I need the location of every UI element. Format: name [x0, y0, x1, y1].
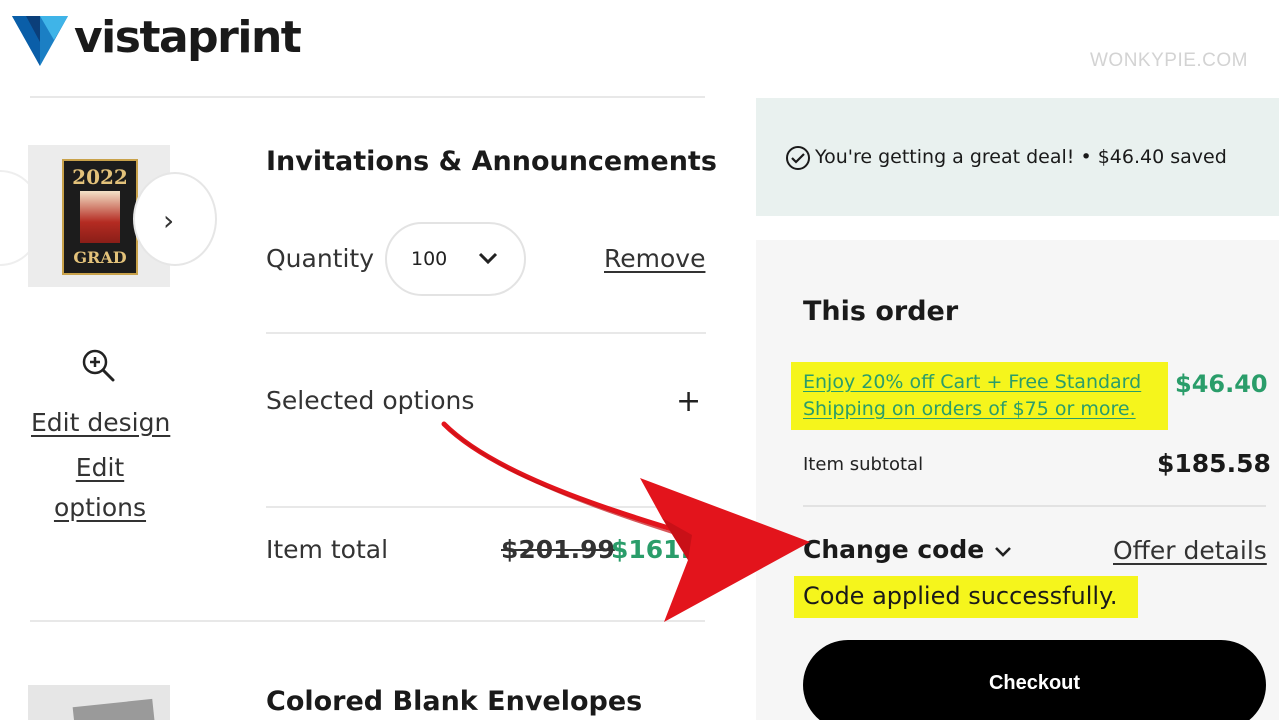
subtotal-amount: $185.58	[1157, 449, 1271, 478]
carousel-next-button[interactable]	[133, 172, 217, 266]
red-arrow-annotation	[441, 421, 810, 622]
edit-design-link[interactable]: Edit design	[31, 408, 170, 437]
invitation-card-image: 2022 GRAD	[62, 159, 138, 275]
envelope-thumbnail[interactable]	[28, 685, 170, 720]
item-total-label: Item total	[266, 535, 389, 564]
product-title: Invitations & Announcements	[266, 146, 717, 177]
order-title: This order	[803, 296, 959, 327]
code-status-message: Code applied successfully.	[803, 582, 1118, 610]
change-code-label: Change code	[803, 535, 985, 564]
subtotal-label: Item subtotal	[803, 454, 924, 475]
card-photo	[80, 191, 120, 243]
chevron-down-icon	[478, 252, 498, 265]
check-circle-icon	[786, 146, 810, 170]
divider	[803, 505, 1266, 507]
promo-amount: $46.40	[1175, 370, 1268, 398]
checkout-button[interactable]: Checkout	[803, 640, 1266, 720]
promo-link[interactable]: Enjoy 20% off Cart + Free Standard Shipp…	[803, 369, 1168, 423]
card-year: 2022	[72, 165, 128, 189]
deal-text: You're getting a great deal! • $46.40 sa…	[815, 146, 1227, 168]
remove-link[interactable]: Remove	[604, 244, 705, 273]
watermark: WONKYPIE.COM	[1090, 50, 1249, 71]
chevron-down-icon	[995, 546, 1012, 557]
change-code-button[interactable]: Change code	[803, 535, 1012, 564]
zoom-in-icon[interactable]	[80, 347, 116, 383]
divider	[266, 332, 706, 334]
quantity-select[interactable]: 100	[385, 222, 526, 296]
envelope-image	[72, 698, 156, 720]
chevron-right-icon: ›	[163, 204, 175, 237]
vistaprint-logo-icon	[12, 16, 68, 66]
top-divider	[30, 96, 705, 98]
brand-name: vistaprint	[74, 11, 302, 63]
product-title-2: Colored Blank Envelopes	[266, 686, 643, 717]
card-caption: GRAD	[73, 248, 127, 267]
vistaprint-logo[interactable]: vistaprint	[10, 11, 302, 68]
edit-options-link[interactable]: Edit options	[30, 448, 170, 528]
quantity-value: 100	[411, 248, 448, 270]
quantity-label: Quantity	[266, 244, 375, 273]
offer-details-link[interactable]: Offer details	[1113, 536, 1267, 565]
